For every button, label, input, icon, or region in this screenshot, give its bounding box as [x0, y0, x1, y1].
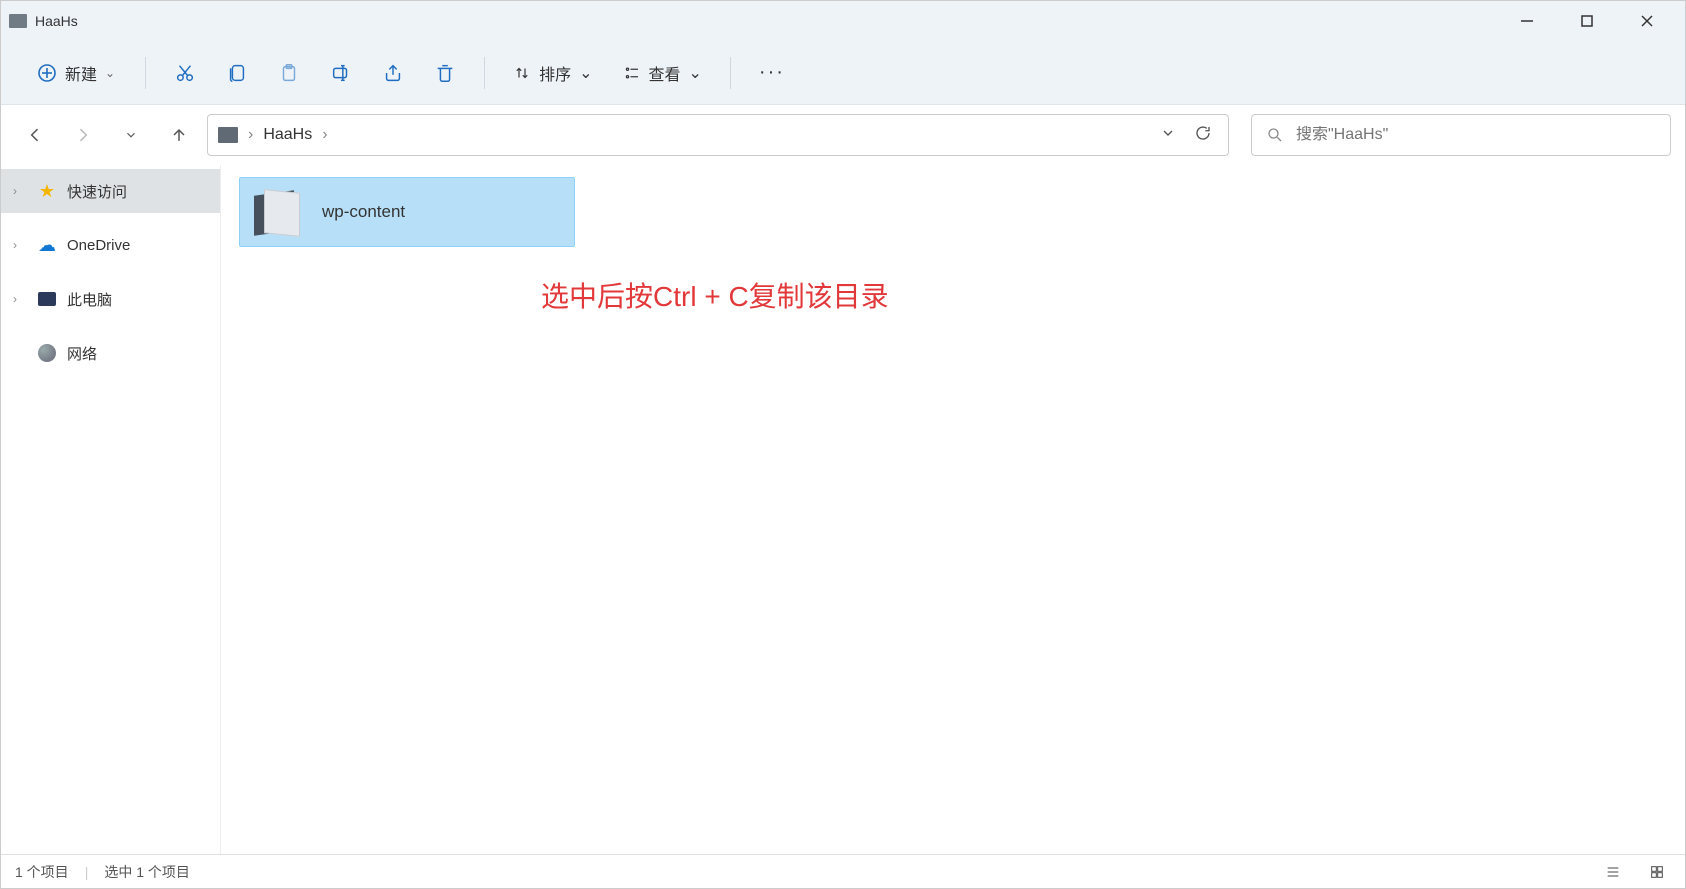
star-icon: ★ — [37, 181, 57, 201]
paste-button[interactable] — [268, 53, 310, 93]
sidebar-item-onedrive[interactable]: › ☁ OneDrive — [1, 223, 220, 267]
chevron-down-icon: ⌄ — [689, 63, 702, 83]
breadcrumb-separator: › — [322, 126, 327, 144]
maximize-button[interactable] — [1557, 1, 1617, 41]
window-title: HaaHs — [35, 13, 78, 29]
sidebar-item-label: OneDrive — [67, 237, 130, 254]
refresh-button[interactable] — [1194, 124, 1212, 147]
window-folder-icon — [9, 14, 27, 28]
chevron-down-icon: ⌄ — [105, 66, 115, 80]
annotation-text: 选中后按Ctrl + C复制该目录 — [541, 275, 889, 315]
search-input[interactable] — [1296, 126, 1656, 144]
view-button[interactable]: 查看 ⌄ — [613, 53, 712, 93]
share-button[interactable] — [372, 53, 414, 93]
sort-button[interactable]: 排序 ⌄ — [503, 53, 602, 93]
chevron-right-icon: › — [13, 184, 27, 198]
rename-button[interactable] — [320, 53, 362, 93]
up-button[interactable] — [159, 115, 199, 155]
item-count: 1 个项目 — [15, 862, 69, 882]
back-button[interactable] — [15, 115, 55, 155]
sidebar-item-this-pc[interactable]: › 此电脑 — [1, 277, 220, 321]
toolbar: 新建 ⌄ 排序 ⌄ 查看 ⌄ ··· — [1, 41, 1685, 105]
search-box[interactable] — [1251, 114, 1671, 156]
more-button[interactable]: ··· — [749, 61, 795, 84]
nav-bar: › HaaHs › — [1, 105, 1685, 165]
icons-view-button[interactable] — [1643, 860, 1671, 884]
toolbar-separator — [145, 57, 146, 89]
content-pane[interactable]: wp-content 选中后按Ctrl + C复制该目录 — [221, 165, 1685, 854]
address-bar[interactable]: › HaaHs › — [207, 114, 1229, 156]
minimize-button[interactable] — [1497, 1, 1557, 41]
selection-count: 选中 1 个项目 — [104, 862, 190, 882]
chevron-down-icon: ⌄ — [579, 63, 592, 83]
close-button[interactable] — [1617, 1, 1677, 41]
new-button[interactable]: 新建 ⌄ — [25, 53, 127, 93]
title-bar: HaaHs — [1, 1, 1685, 41]
chevron-right-icon: › — [13, 238, 27, 252]
monitor-icon — [37, 289, 57, 309]
sidebar-item-label: 快速访问 — [67, 181, 127, 202]
globe-icon — [37, 343, 57, 363]
navigation-pane: › ★ 快速访问 › ☁ OneDrive › 此电脑 网络 — [1, 165, 221, 854]
folder-item-wp-content[interactable]: wp-content — [239, 177, 575, 247]
cut-button[interactable] — [164, 53, 206, 93]
delete-button[interactable] — [424, 53, 466, 93]
sidebar-item-network[interactable]: 网络 — [1, 331, 220, 375]
folder-name: wp-content — [322, 202, 405, 222]
copy-button[interactable] — [216, 53, 258, 93]
folder-icon — [218, 127, 238, 143]
new-label: 新建 — [65, 61, 97, 85]
toolbar-separator — [730, 57, 731, 89]
folder-icon — [250, 187, 304, 237]
details-view-button[interactable] — [1599, 860, 1627, 884]
toolbar-separator — [484, 57, 485, 89]
sidebar-item-label: 网络 — [67, 343, 97, 364]
status-bar: 1 个项目 | 选中 1 个项目 — [1, 854, 1685, 888]
search-icon — [1266, 126, 1284, 144]
recent-locations-button[interactable] — [111, 115, 151, 155]
sidebar-item-quick-access[interactable]: › ★ 快速访问 — [1, 169, 220, 213]
chevron-right-icon: › — [13, 292, 27, 306]
breadcrumb-separator: › — [248, 126, 253, 144]
cloud-icon: ☁ — [37, 235, 57, 255]
breadcrumb-current[interactable]: HaaHs — [263, 126, 312, 144]
view-label: 查看 — [649, 61, 681, 85]
explorer-body: › ★ 快速访问 › ☁ OneDrive › 此电脑 网络 wp-conten — [1, 165, 1685, 854]
forward-button[interactable] — [63, 115, 103, 155]
chevron-down-icon[interactable] — [1160, 125, 1176, 146]
sidebar-item-label: 此电脑 — [67, 289, 112, 310]
sort-label: 排序 — [539, 61, 571, 85]
